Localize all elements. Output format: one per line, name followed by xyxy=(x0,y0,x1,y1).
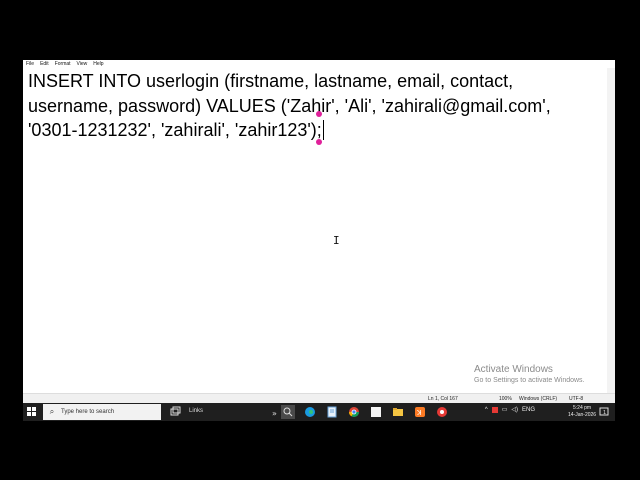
activate-title: Activate Windows xyxy=(474,364,553,375)
vertical-scrollbar[interactable] xyxy=(607,68,615,393)
text-cursor-icon: I xyxy=(333,234,340,247)
search-placeholder: Type here to search xyxy=(61,409,115,415)
tray-language[interactable]: ENG xyxy=(522,407,535,413)
volume-icon[interactable]: ◁) xyxy=(511,406,518,413)
svg-text:»: » xyxy=(272,409,277,418)
windows-start-icon[interactable] xyxy=(27,407,37,417)
activate-windows-watermark: Activate Windows Go to Settings to activ… xyxy=(474,364,585,384)
svg-text:ꓘ: ꓘ xyxy=(416,409,422,417)
search-icon: ⌕ xyxy=(49,407,55,416)
menu-view[interactable]: View xyxy=(74,60,91,68)
taskbar: ⌕ Type here to search Links » ꓘ ^ ▭ ◁) E… xyxy=(23,403,615,421)
activate-subtitle: Go to Settings to activate Windows. xyxy=(474,377,585,384)
task-view-icon[interactable] xyxy=(168,405,182,419)
menu-help[interactable]: Help xyxy=(90,60,106,68)
menu-format[interactable]: Format xyxy=(52,60,74,68)
notifications-icon[interactable]: 1 xyxy=(597,405,611,419)
clock-time: 5:24 pm xyxy=(573,405,592,411)
network-icon[interactable]: ▭ xyxy=(502,406,508,413)
notepad-window: File Edit Format View Help INSERT INTO u… xyxy=(23,60,615,404)
editor-line-text: '0301-1231232', 'zahirali', 'zahir123'); xyxy=(28,120,322,140)
recorder-icon[interactable] xyxy=(435,405,449,419)
svg-text:1: 1 xyxy=(603,410,606,416)
clock-date: 14-Jan-2026 xyxy=(568,412,597,418)
menu-file[interactable]: File xyxy=(23,60,37,68)
text-caret xyxy=(322,120,324,140)
file-explorer-icon[interactable] xyxy=(391,405,405,419)
editor-line: INSERT INTO userlogin (firstname, lastna… xyxy=(28,71,514,91)
selection-handle-end[interactable] xyxy=(316,139,322,145)
tray-chevron-up-icon[interactable]: ^ xyxy=(485,407,488,413)
taskbar-clock[interactable]: 5:24 pm 14-Jan-2026 xyxy=(568,405,596,419)
edge-icon[interactable] xyxy=(303,405,317,419)
taskbar-search-box[interactable]: ⌕ Type here to search xyxy=(43,404,161,420)
menu-bar: File Edit Format View Help xyxy=(23,60,615,68)
chrome-icon[interactable] xyxy=(347,405,361,419)
blank-app-icon[interactable] xyxy=(369,405,383,419)
xampp-icon[interactable]: ꓘ xyxy=(413,405,427,419)
selection-handle-start[interactable] xyxy=(316,111,322,117)
notepad-icon[interactable] xyxy=(325,405,339,419)
search-app-icon[interactable] xyxy=(281,405,295,419)
editor-line: username, password) VALUES ('Zahir', 'Al… xyxy=(28,95,551,116)
text-editor[interactable]: INSERT INTO userlogin (firstname, lastna… xyxy=(28,69,602,143)
menu-edit[interactable]: Edit xyxy=(37,60,52,68)
links-toolbar[interactable]: Links xyxy=(189,408,203,414)
editor-line-last: '0301-1231232', 'zahirali', 'zahir123'); xyxy=(28,118,602,143)
chevron-icon[interactable]: » xyxy=(268,405,282,419)
system-tray: ^ ▭ ◁) ENG xyxy=(485,406,535,413)
tray-app-icon[interactable] xyxy=(491,406,498,413)
